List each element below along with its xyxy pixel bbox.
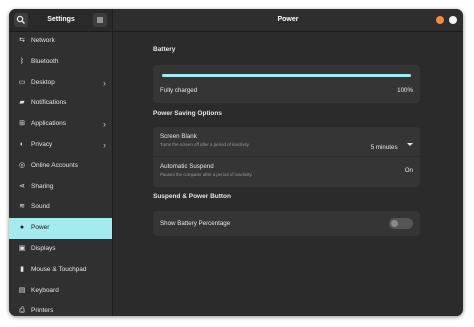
- battery-card: Fully charged 100%: [153, 65, 420, 103]
- battery-level-track: [162, 74, 411, 77]
- sidebar-item-label: Applications: [31, 120, 67, 128]
- screen-blank-value: 5 minutes: [370, 144, 398, 151]
- sidebar-item-label: Sharing: [31, 182, 54, 190]
- sidebar-item-label: Desktop: [31, 78, 55, 86]
- main-header: Power: [113, 9, 463, 32]
- battery-level-fill: [162, 74, 411, 77]
- screen-blank-dropdown[interactable]: 5 minutes: [371, 136, 413, 151]
- keyboard-icon: ▤: [18, 286, 26, 294]
- displays-icon: ▣: [18, 244, 26, 252]
- sidebar-item-label: Power: [31, 224, 50, 232]
- screen-blank-title: Screen Blank: [160, 133, 197, 140]
- automatic-suspend-row[interactable]: Automatic Suspend Pauses the computer af…: [153, 157, 420, 187]
- sidebar-item-label: Mouse & Touchpad: [31, 265, 87, 273]
- network-icon: ⇆: [19, 37, 25, 44]
- sidebar-item-label: Online Accounts: [31, 161, 78, 169]
- show-battery-percentage-title: Show Battery Percentage: [160, 220, 231, 227]
- sidebar-item-printers[interactable]: ⎙ Printers: [9, 301, 112, 316]
- sidebar-item-bluetooth[interactable]: ᛒ Bluetooth: [9, 52, 112, 73]
- sidebar-item-privacy[interactable]: ◐ Privacy ›: [9, 135, 112, 156]
- automatic-suspend-value: On: [404, 167, 413, 174]
- sidebar-item-label: Network: [31, 37, 55, 44]
- chevron-right-icon: ›: [103, 77, 106, 88]
- power-icon: ●: [19, 224, 25, 232]
- sidebar-list: ⇆ Network ᛒ Bluetooth ▭ Desktop › ▰ Notification…: [9, 31, 112, 316]
- sidebar-item-notifications[interactable]: ▰ Notifications: [9, 93, 112, 114]
- hamburger-menu-icon[interactable]: [93, 13, 107, 27]
- sidebar-item-keyboard[interactable]: ▤ Keyboard: [9, 281, 112, 302]
- battery-percent: 100%: [397, 87, 413, 94]
- show-battery-percentage-row: Show Battery Percentage: [153, 211, 420, 236]
- sidebar-item-displays[interactable]: ▣ Displays: [9, 239, 112, 260]
- settings-window: Settings ⇆ Network ᛒ Bluetooth ▭ Desktop › ▰ Not…: [9, 9, 463, 316]
- sidebar-item-label: Printers: [31, 307, 54, 315]
- page-title: Power: [277, 16, 299, 23]
- sharing-icon: ⋖: [19, 182, 25, 190]
- sound-icon: ≋: [19, 203, 25, 211]
- mouse-icon: ▮: [20, 265, 24, 273]
- main-panel: Power Battery Fully charged 100% Power S…: [113, 9, 463, 316]
- automatic-suspend-title: Automatic Suspend: [160, 163, 214, 170]
- sidebar-item-label: Notifications: [31, 99, 67, 107]
- notifications-icon: ▰: [19, 99, 25, 107]
- chevron-right-icon: ›: [103, 139, 106, 150]
- search-icon[interactable]: [14, 13, 28, 27]
- sidebar-item-label: Displays: [31, 244, 56, 252]
- sidebar-item-power[interactable]: ● Power: [9, 218, 112, 239]
- sidebar-item-applications[interactable]: ⊞ Applications ›: [9, 114, 112, 135]
- sidebar: Settings ⇆ Network ᛒ Bluetooth ▭ Desktop › ▰ Not…: [9, 9, 113, 316]
- close-button[interactable]: [449, 16, 457, 24]
- privacy-icon: ◐: [19, 140, 25, 148]
- sidebar-item-label: Keyboard: [31, 286, 59, 294]
- sidebar-header: Settings: [9, 9, 112, 32]
- suspend-section-title: Suspend & Power Button: [153, 193, 231, 200]
- battery-section-title: Battery: [153, 46, 176, 53]
- sidebar-item-network[interactable]: ⇆ Network: [9, 31, 112, 52]
- power-saving-card: Screen Blank Turns the screen off after …: [153, 127, 420, 187]
- screen-blank-row[interactable]: Screen Blank Turns the screen off after …: [153, 127, 420, 156]
- automatic-suspend-subtitle: Pauses the computer after a period of in…: [160, 172, 253, 177]
- sidebar-item-online-accounts[interactable]: ◎ Online Accounts: [9, 156, 112, 177]
- bluetooth-icon: ᛒ: [19, 57, 25, 65]
- sidebar-item-sound[interactable]: ≋ Sound: [9, 197, 112, 218]
- sidebar-item-label: Privacy: [31, 140, 53, 148]
- screen-blank-subtitle: Turns the screen off after a period of i…: [160, 142, 250, 147]
- sidebar-item-sharing[interactable]: ⋖ Sharing: [9, 177, 112, 198]
- printers-icon: ⎙: [19, 307, 25, 315]
- minimize-button[interactable]: [436, 16, 444, 24]
- sidebar-item-label: Sound: [31, 203, 50, 211]
- chevron-down-icon: [407, 143, 413, 147]
- chevron-right-icon: ›: [103, 119, 106, 130]
- sidebar-item-desktop[interactable]: ▭ Desktop ›: [9, 73, 112, 94]
- suspend-card: Show Battery Percentage: [153, 211, 420, 236]
- battery-status: Fully charged: [160, 87, 198, 94]
- online-accounts-icon: ◎: [18, 161, 26, 169]
- desktop-icon: ▭: [18, 78, 26, 86]
- applications-icon: ⊞: [19, 120, 25, 128]
- sidebar-title: Settings: [47, 16, 75, 23]
- power-saving-section-title: Power Saving Options: [153, 110, 222, 117]
- sidebar-item-mouse-touchpad[interactable]: ▮ Mouse & Touchpad: [9, 260, 112, 281]
- sidebar-item-label: Bluetooth: [31, 57, 59, 65]
- show-battery-percentage-toggle[interactable]: [389, 218, 413, 229]
- toggle-knob: [391, 220, 398, 227]
